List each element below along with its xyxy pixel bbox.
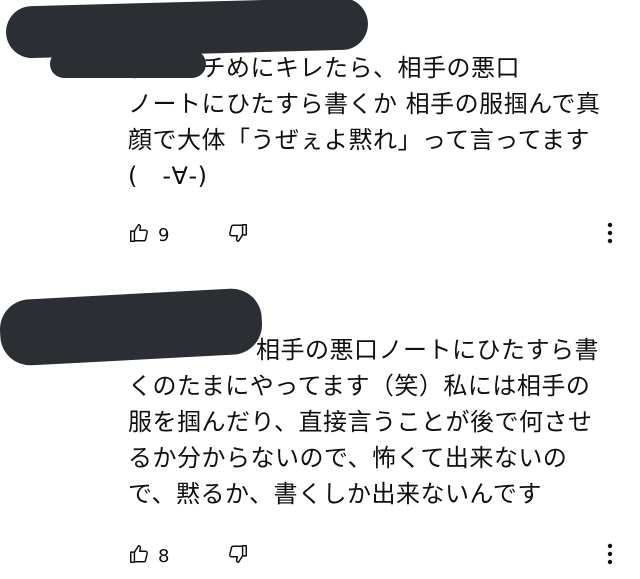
dislike-button[interactable] bbox=[227, 222, 249, 248]
like-button[interactable]: 8 bbox=[128, 543, 169, 569]
more-options-button[interactable] bbox=[598, 220, 622, 250]
comment-thread-item: 相手の悪口ノートにひたすら書 くのたまにやってます（笑）私には相手の 服を掴んだ… bbox=[0, 287, 640, 579]
thumbs-down-icon bbox=[227, 543, 249, 569]
comment-actions: 8 bbox=[128, 541, 249, 571]
comment-actions: 9 bbox=[128, 220, 249, 250]
comment-text: 相手の悪口ノートにひたすら書 くのたまにやってます（笑）私には相手の 服を掴んだ… bbox=[128, 332, 628, 512]
dislike-button[interactable] bbox=[227, 543, 249, 569]
thumbs-down-icon bbox=[227, 222, 249, 248]
thumbs-up-icon bbox=[128, 543, 150, 569]
redaction-overlay bbox=[0, 287, 264, 367]
like-button[interactable]: 9 bbox=[128, 222, 169, 248]
redaction-overlay bbox=[50, 50, 206, 78]
more-vertical-icon bbox=[607, 543, 613, 569]
more-options-button[interactable] bbox=[598, 541, 622, 571]
comment-text-body: 相手の悪口ノートにひたすら書 くのたまにやってます（笑）私には相手の 服を掴んだ… bbox=[128, 336, 599, 508]
more-vertical-icon bbox=[607, 222, 613, 248]
thumbs-up-icon bbox=[128, 222, 150, 248]
comment-thread-item: 私はガチめにキレたら、相手の悪口 ノートにひたすら書くか 相手の服掴んで真 顔で… bbox=[0, 0, 640, 270]
like-count: 9 bbox=[158, 224, 170, 246]
like-count: 8 bbox=[158, 545, 170, 567]
